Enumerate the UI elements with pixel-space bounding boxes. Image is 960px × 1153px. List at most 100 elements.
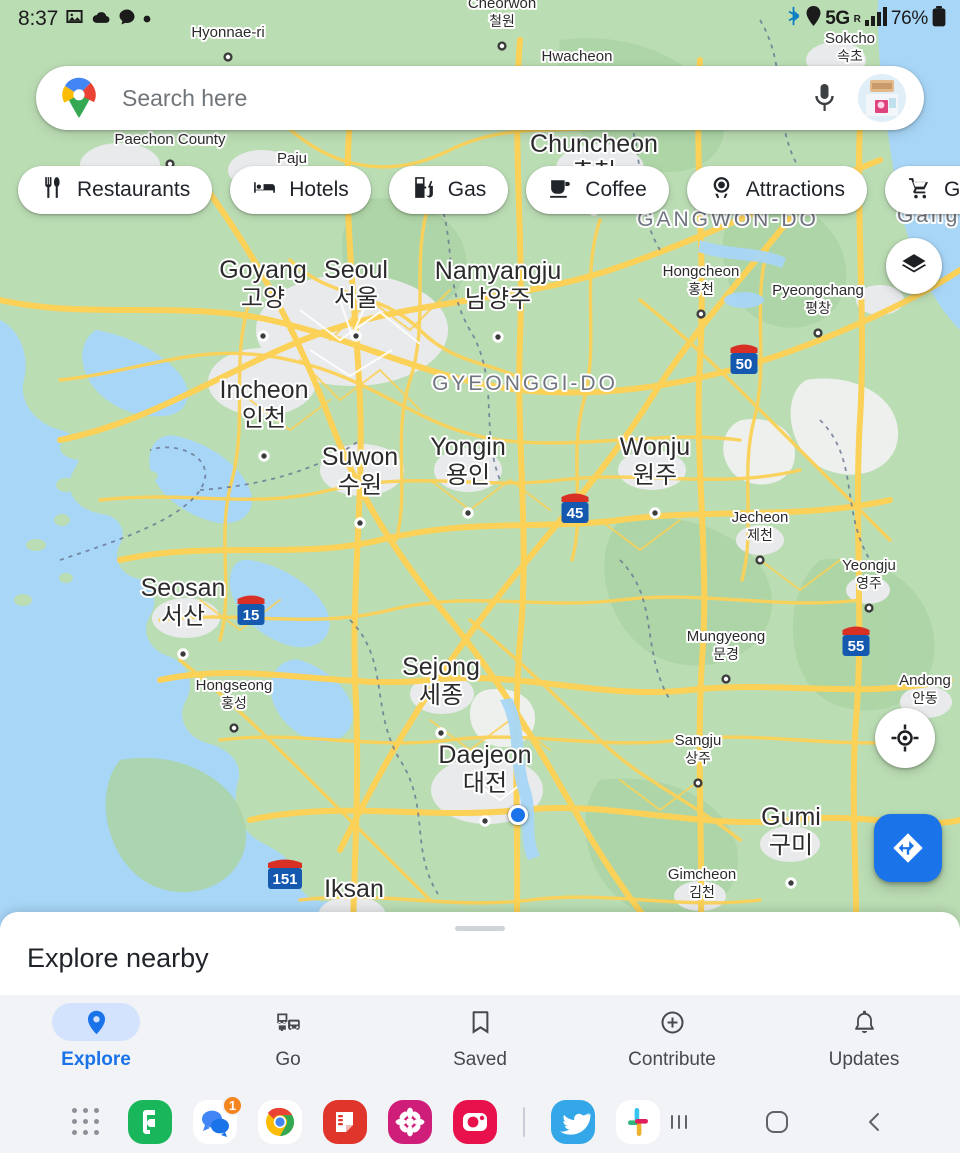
chip-attractions[interactable]: Attractions: [686, 166, 867, 214]
map-city-label: Mungyeong: [687, 628, 765, 645]
plus-circle-icon: [628, 1003, 716, 1041]
network-type-label: 5G: [825, 8, 850, 29]
map-city-label: Incheon: [220, 376, 309, 404]
map-city-label: Yeongju: [842, 557, 896, 574]
map-city-label: Gumi: [761, 803, 821, 831]
highway-shield-number: 45: [567, 505, 584, 522]
map-city-dot: [649, 507, 661, 519]
map-city-label: Paju: [277, 150, 307, 167]
microphone-icon[interactable]: [802, 76, 846, 120]
chip-restaurants[interactable]: Restaurants: [18, 166, 213, 214]
status-bar: 8:37 5G R 76%: [0, 0, 960, 38]
avatar[interactable]: [858, 74, 906, 122]
nav-item-label: Explore: [61, 1049, 131, 1070]
map-city-label-korean: 용인: [446, 462, 490, 489]
chip-coffee[interactable]: Coffee: [526, 166, 669, 214]
highway-shield: 151: [268, 859, 302, 889]
map-labels: GANGWON-DOGYEONGGI-DOGangn Hyonnae-riChe…: [113, 0, 960, 929]
groceries-cart-icon: [907, 175, 932, 206]
category-chips-row[interactable]: Restaurants Hotels Gas Coffee Attractions Gro…: [0, 166, 960, 214]
map-layers-button[interactable]: [886, 238, 942, 294]
restaurant-fork-knife-icon: [40, 175, 65, 206]
back-key[interactable]: [857, 1104, 893, 1140]
map-city-label: Jecheon: [732, 509, 789, 526]
status-time: 8:37: [18, 7, 59, 30]
nav-item-saved[interactable]: Saved: [384, 995, 576, 1071]
map-city-dot: [721, 674, 731, 684]
directions-fab[interactable]: [874, 814, 942, 882]
my-location-button[interactable]: [875, 708, 935, 768]
chip-groceries[interactable]: Groceries: [885, 166, 960, 214]
search-bar[interactable]: Search here: [36, 66, 924, 130]
dock-app-list[interactable]: 1: [0, 1094, 661, 1145]
map-city-label-korean: 수원: [338, 472, 382, 499]
roaming-indicator: R: [853, 13, 861, 25]
battery-percent: 76%: [890, 8, 928, 29]
gallery-flower-icon[interactable]: [387, 1099, 433, 1145]
nav-item-contribute[interactable]: Contribute: [576, 995, 768, 1071]
map-city-label-korean: 대전: [463, 770, 507, 797]
map-city-label-korean: 문경: [713, 646, 739, 662]
instagram-icon[interactable]: [452, 1099, 498, 1145]
nav-item-go[interactable]: Go: [192, 995, 384, 1071]
search-input[interactable]: Search here: [122, 85, 802, 112]
app-drawer-dots: [71, 1108, 99, 1135]
bottom-sheet[interactable]: Explore nearby: [0, 912, 960, 995]
chip-label: Hotels: [289, 178, 349, 201]
android-nav-keys[interactable]: [661, 1104, 960, 1140]
map-city-label: Sejong: [402, 653, 480, 681]
map-city-dot: [479, 815, 491, 827]
drag-handle[interactable]: [455, 926, 505, 931]
highway-shield-number: 55: [848, 638, 865, 655]
nav-item-label: Saved: [453, 1049, 507, 1070]
twitter-icon[interactable]: [550, 1099, 596, 1145]
location-pin-icon: [52, 1003, 140, 1041]
nav-item-label: Updates: [828, 1049, 900, 1070]
map-city-label: Suwon: [322, 443, 398, 471]
phone-icon[interactable]: [127, 1099, 173, 1145]
chip-label: Gas: [447, 178, 487, 201]
notes-icon[interactable]: [322, 1099, 368, 1145]
notification-badge: 1: [222, 1094, 243, 1116]
chip-label: Coffee: [585, 178, 647, 201]
slack-icon[interactable]: [615, 1099, 661, 1145]
map-city-label-korean: 홍성: [221, 695, 247, 711]
attractions-ferris-icon: [709, 175, 734, 206]
google-maps-pin-logo: [62, 77, 96, 119]
chrome-icon[interactable]: [257, 1099, 303, 1145]
bottom-navigation[interactable]: Explore Go Saved Contribute Updates: [0, 995, 960, 1090]
app-drawer-icon[interactable]: [62, 1099, 108, 1145]
map-city-label: Hwacheon: [542, 48, 613, 65]
map-city-dot: [813, 328, 823, 338]
chat-bubble-icon: [118, 8, 136, 31]
nav-item-label: Contribute: [628, 1049, 716, 1070]
coffee-cup-icon: [548, 175, 573, 206]
nav-item-explore[interactable]: Explore: [0, 995, 192, 1071]
map-city-label-korean: 원주: [633, 462, 677, 489]
system-dock[interactable]: 1: [0, 1090, 960, 1153]
recents-key[interactable]: [661, 1104, 697, 1140]
messages-icon[interactable]: 1: [192, 1094, 243, 1145]
highway-shield: 55: [842, 626, 870, 656]
map-city-label-korean: 제천: [747, 527, 773, 543]
chip-gas[interactable]: Gas: [388, 166, 509, 214]
cloud-icon: [91, 9, 111, 30]
chip-label: Restaurants: [77, 178, 191, 201]
map-city-dot: [435, 727, 447, 739]
nav-item-label: Go: [275, 1049, 301, 1070]
map-city-label-korean: 인천: [242, 405, 286, 432]
map-province-label: GYEONGGI-DO: [432, 372, 618, 395]
highway-shield: 15: [237, 595, 265, 625]
home-key[interactable]: [759, 1104, 795, 1140]
highway-shield: 45: [561, 493, 589, 523]
map-canvas[interactable]: GANGWON-DOGYEONGGI-DOGangn Hyonnae-riChe…: [0, 0, 960, 990]
chip-hotels[interactable]: Hotels: [230, 166, 371, 214]
highway-shield: 50: [730, 344, 758, 374]
map-city-dot: [258, 450, 270, 462]
nav-item-updates[interactable]: Updates: [768, 995, 960, 1071]
map-city-label-korean: 세종: [419, 682, 463, 709]
map-city-label-korean: 홍천: [688, 281, 714, 297]
map-city-label: Yongin: [430, 433, 506, 461]
map-city-label-korean: 남양주: [465, 286, 531, 313]
map-city-label: Chuncheon: [530, 130, 658, 158]
